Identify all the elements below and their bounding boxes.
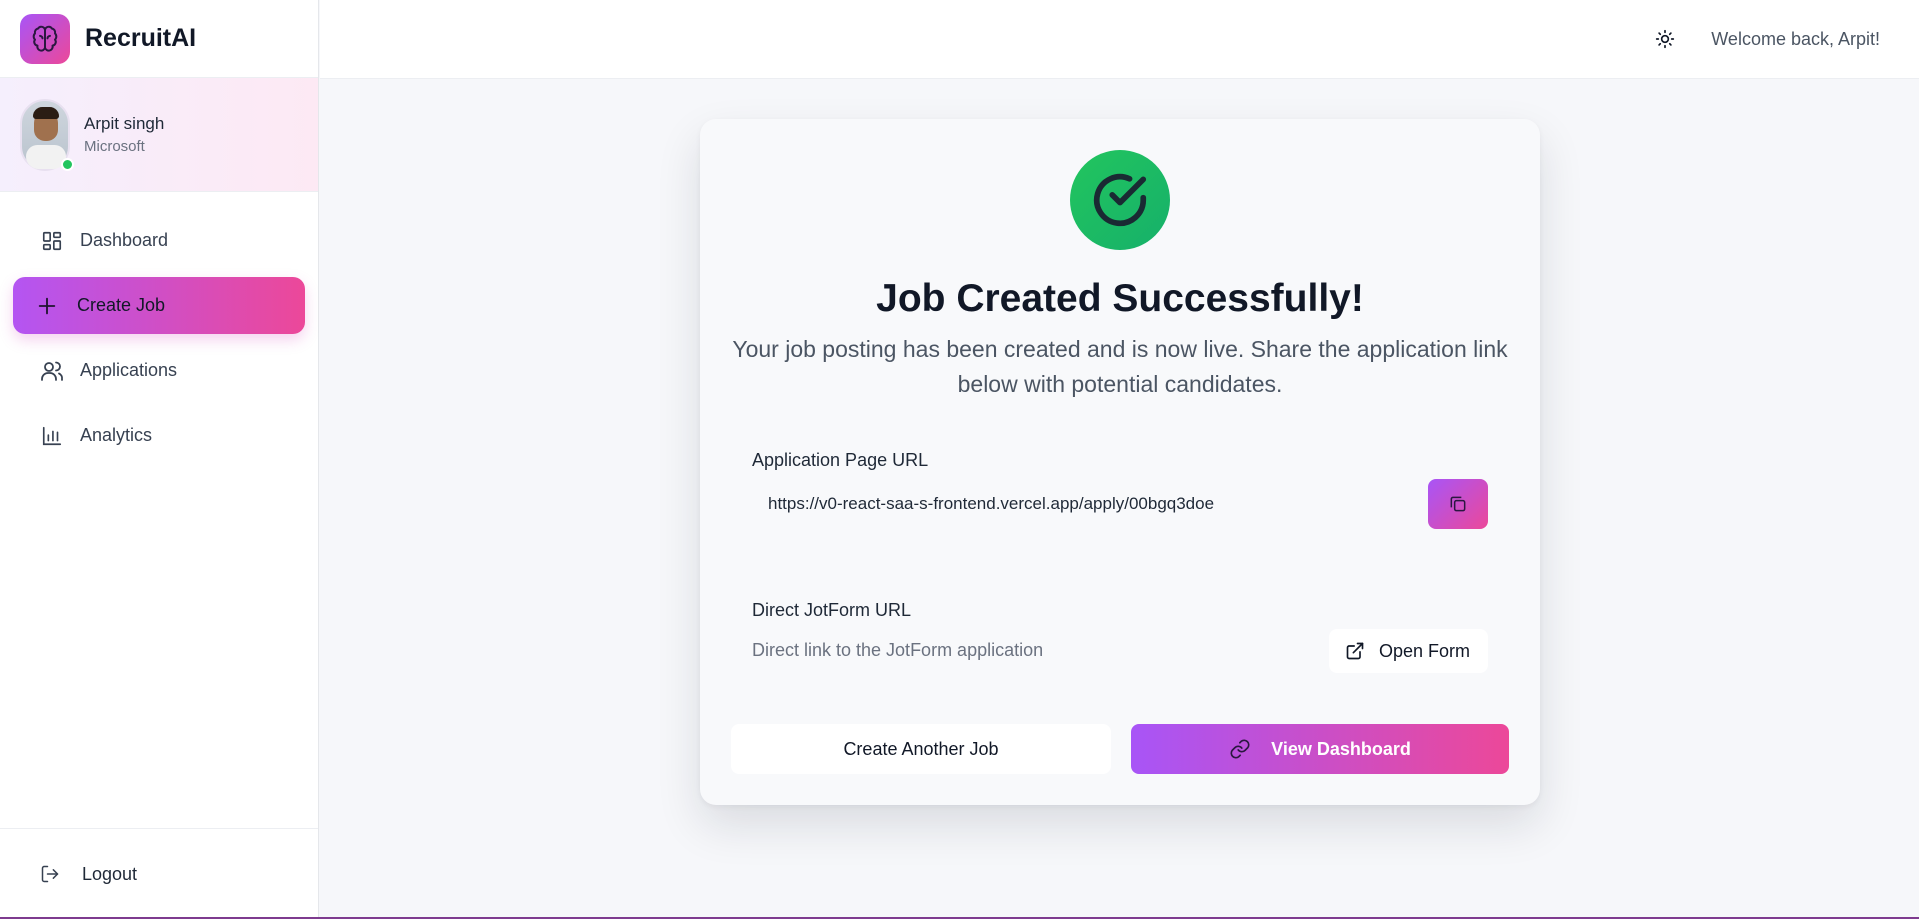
dashboard-icon bbox=[40, 229, 64, 253]
sun-icon[interactable] bbox=[1653, 27, 1677, 51]
open-form-label: Open Form bbox=[1379, 640, 1471, 661]
user-company: Microsoft bbox=[84, 138, 145, 155]
sidebar: RecruitAI Arpit singh Microsoft Dashboar… bbox=[0, 0, 319, 919]
view-dashboard-button[interactable]: View Dashboard bbox=[1131, 724, 1509, 774]
sidebar-item-applications[interactable]: Applications bbox=[13, 342, 305, 399]
create-another-job-label: Create Another Job bbox=[843, 738, 999, 759]
app-name: RecruitAI bbox=[85, 24, 197, 52]
check-circle-icon bbox=[1070, 150, 1170, 250]
users-icon bbox=[40, 359, 64, 383]
online-status-indicator bbox=[61, 157, 74, 171]
application-url-field: https://v0-react-saa-s-frontend.vercel.a… bbox=[752, 479, 1488, 529]
sidebar-item-label: Analytics bbox=[80, 425, 153, 445]
user-profile[interactable]: Arpit singh Microsoft bbox=[0, 78, 318, 192]
jotform-description: Direct link to the JotForm application bbox=[752, 640, 1044, 660]
plus-icon bbox=[35, 294, 59, 318]
jotform-url-label: Direct JotForm URL bbox=[752, 600, 912, 620]
top-header: Welcome back, Arpit! bbox=[320, 0, 1919, 79]
create-another-job-button[interactable]: Create Another Job bbox=[731, 724, 1111, 774]
external-link-icon bbox=[1345, 641, 1365, 661]
job-created-card: Job Created Successfully! Your job posti… bbox=[700, 119, 1540, 805]
logout-button[interactable]: Logout bbox=[0, 828, 318, 919]
copy-url-button[interactable] bbox=[1428, 479, 1488, 529]
logout-label: Logout bbox=[82, 863, 138, 884]
sidebar-item-dashboard[interactable]: Dashboard bbox=[13, 212, 305, 269]
link-icon bbox=[1229, 738, 1251, 760]
application-url-label: Application Page URL bbox=[752, 450, 929, 470]
logout-icon bbox=[40, 864, 60, 884]
page-title: Job Created Successfully! bbox=[876, 277, 1364, 320]
brain-logo-icon bbox=[20, 13, 70, 64]
sidebar-item-label: Applications bbox=[80, 360, 178, 380]
user-name: Arpit singh bbox=[84, 114, 165, 133]
sidebar-item-analytics[interactable]: Analytics bbox=[13, 407, 305, 464]
bar-chart-icon bbox=[40, 424, 64, 448]
avatar bbox=[20, 98, 74, 171]
sidebar-item-label: Create Job bbox=[77, 295, 166, 315]
copy-icon bbox=[1448, 494, 1468, 514]
sidebar-item-create-job[interactable]: Create Job bbox=[13, 277, 305, 334]
brand[interactable]: RecruitAI bbox=[0, 0, 318, 78]
welcome-message: Welcome back, Arpit! bbox=[1711, 28, 1880, 49]
open-form-button[interactable]: Open Form bbox=[1329, 629, 1488, 673]
application-url-value[interactable]: https://v0-react-saa-s-frontend.vercel.a… bbox=[752, 494, 1428, 514]
card-subtitle: Your job posting has been created and is… bbox=[732, 336, 1508, 397]
view-dashboard-label: View Dashboard bbox=[1271, 738, 1411, 759]
sidebar-nav: Dashboard Create Job Applications Analyt… bbox=[0, 192, 318, 464]
sidebar-item-label: Dashboard bbox=[80, 230, 169, 250]
